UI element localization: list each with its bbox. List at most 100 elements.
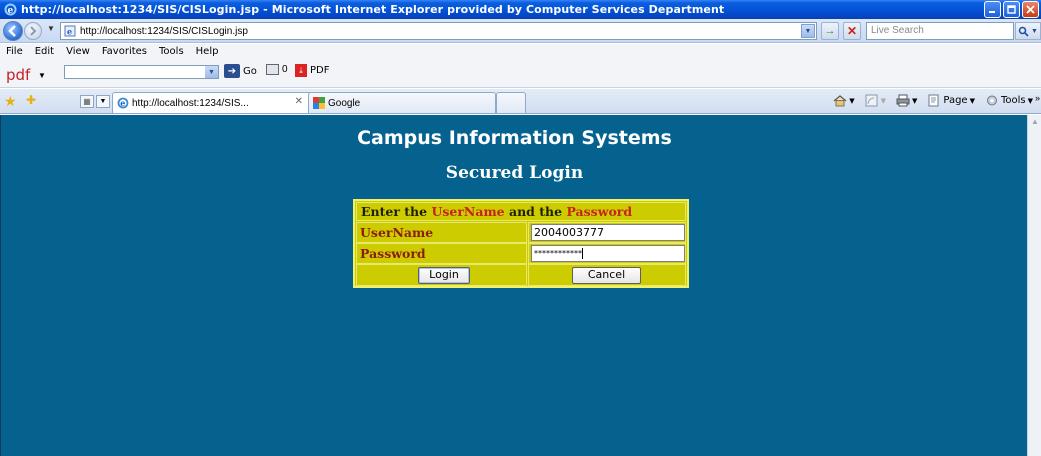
svg-text:e: e	[67, 27, 72, 37]
minimize-button[interactable]	[984, 1, 1001, 18]
tab-list-dropdown[interactable]: ▼	[96, 95, 110, 108]
add-favorite-icon[interactable]: ✚	[26, 93, 36, 107]
password-field[interactable]: ************	[531, 245, 685, 262]
username-cell: 2004003777	[528, 222, 686, 243]
password-cell: ************	[528, 243, 686, 264]
gear-icon	[986, 95, 997, 106]
chevron-down-icon: ▼	[911, 96, 918, 105]
new-tab-button[interactable]	[496, 92, 526, 113]
command-bar: ▼ ▼ ▼ Page ▼ Tools ▼	[833, 94, 1033, 107]
print-icon	[896, 94, 910, 107]
pdf-logo-dropdown[interactable]: ▼	[38, 71, 46, 80]
pdf-count-label: 0	[282, 64, 288, 75]
chevron-down-icon[interactable]: ▼	[205, 66, 218, 78]
tab-cislogin[interactable]: e http://localhost:1234/SIS... ✕	[112, 92, 312, 113]
username-field[interactable]: 2004003777	[531, 224, 685, 241]
scroll-up-icon[interactable]: ▲	[1029, 117, 1041, 129]
login-cell: Login	[356, 264, 527, 286]
instruction-password: Password	[566, 204, 633, 219]
page-icon	[928, 94, 939, 107]
password-label: Password	[356, 243, 527, 264]
menu-file[interactable]: File	[6, 46, 23, 57]
pdf-go-label: Go	[243, 65, 257, 77]
maximize-icon	[1007, 5, 1016, 14]
window-title-bar: e http://localhost:1234/SIS/CISLogin.jsp…	[0, 0, 1041, 19]
ie-icon: e	[117, 97, 129, 109]
text-caret	[582, 248, 583, 259]
form-instruction: Enter the UserName and the Password	[356, 202, 686, 221]
stop-button[interactable]: ✕	[843, 22, 861, 40]
page-content: Campus Information Systems Secured Login…	[0, 115, 1027, 456]
chevron-down-icon: ▼	[969, 96, 975, 105]
maximize-button[interactable]	[1003, 1, 1020, 18]
svg-text:e: e	[120, 98, 125, 108]
close-tab-icon[interactable]: ✕	[295, 96, 303, 107]
chevron-down-icon: ▼	[849, 96, 855, 105]
tools-menu-button[interactable]: Tools ▼	[985, 94, 1033, 107]
back-button[interactable]	[3, 21, 23, 41]
close-icon	[1026, 5, 1035, 14]
chevron-down-icon: ▼	[880, 96, 886, 105]
feeds-icon	[865, 94, 878, 107]
address-dropdown[interactable]: ▼	[801, 24, 815, 38]
pdf-count-button[interactable]: 0	[266, 64, 288, 75]
minimize-icon	[989, 11, 995, 13]
pdf-toolbar: pdf ▼ ▼ ➔ Go 0 ⤓ PDF	[0, 58, 1041, 88]
search-button[interactable]: ▼	[1015, 22, 1041, 40]
tab-label: Google	[328, 97, 361, 109]
go-button[interactable]: →	[821, 22, 839, 40]
pdf-icon: ⤓	[295, 64, 307, 77]
address-bar[interactable]: e http://localhost:1234/SIS/CISLogin.jsp…	[60, 22, 817, 40]
quick-tabs-icon[interactable]: ▦	[80, 95, 94, 108]
cancel-button[interactable]: Cancel	[572, 267, 641, 284]
forward-button[interactable]	[24, 22, 42, 40]
monitor-icon	[266, 64, 279, 75]
menu-edit[interactable]: Edit	[35, 46, 54, 57]
forward-icon	[30, 26, 37, 36]
home-button[interactable]: ▼	[833, 94, 855, 107]
tab-bar: ★ ✚ ▦ ▼ e http://localhost:1234/SIS... ✕…	[0, 89, 1041, 114]
google-icon	[313, 97, 325, 109]
go-icon: →	[824, 25, 836, 37]
pdf-convert-button[interactable]: ⤓ PDF	[295, 64, 329, 77]
window-controls	[984, 1, 1039, 18]
pdf-logo[interactable]: pdf	[6, 66, 30, 84]
menu-view[interactable]: View	[66, 46, 90, 57]
menu-tools[interactable]: Tools	[159, 46, 184, 57]
password-value: ************	[534, 249, 582, 258]
pdf-url-combo[interactable]: ▼	[64, 65, 219, 79]
login-form: Enter the UserName and the Password User…	[353, 199, 689, 288]
print-button[interactable]: ▼	[896, 94, 917, 107]
window-title: http://localhost:1234/SIS/CISLogin.jsp -…	[21, 3, 725, 16]
back-icon	[8, 25, 16, 37]
page-menu-label: Page	[943, 95, 968, 106]
chevron-down-icon: ▼	[1027, 96, 1033, 105]
page-title: Campus Information Systems	[357, 127, 672, 149]
menu-favorites[interactable]: Favorites	[102, 46, 147, 57]
star-icon[interactable]: ★	[4, 93, 17, 110]
page-icon: e	[64, 25, 76, 37]
page-subtitle: Secured Login	[445, 163, 584, 183]
login-button[interactable]: Login	[418, 267, 470, 284]
feeds-button[interactable]: ▼	[865, 94, 886, 107]
username-label: UserName	[356, 222, 527, 243]
cancel-cell: Cancel	[528, 264, 686, 286]
address-toolbar: ▼ e http://localhost:1234/SIS/CISLogin.j…	[0, 19, 1041, 43]
menu-bar: File Edit View Favorites Tools Help	[0, 44, 1041, 58]
tools-menu-label: Tools	[1000, 95, 1026, 106]
close-button[interactable]	[1022, 1, 1039, 18]
search-icon	[1018, 26, 1029, 37]
tab-google[interactable]: Google	[308, 92, 496, 113]
menu-help[interactable]: Help	[196, 46, 219, 57]
search-input[interactable]: Live Search	[866, 22, 1014, 40]
stop-icon: ✕	[846, 24, 858, 38]
search-dropdown-icon: ▼	[1031, 27, 1038, 35]
svg-text:e: e	[8, 6, 14, 16]
tab-label: http://localhost:1234/SIS...	[132, 97, 249, 109]
chevron-right-icon[interactable]: »	[1035, 93, 1040, 103]
vertical-scrollbar[interactable]: ▲	[1027, 115, 1041, 456]
history-dropdown[interactable]: ▼	[47, 24, 55, 33]
page-menu-button[interactable]: Page ▼	[927, 94, 975, 107]
pdf-go-button[interactable]: ➔ Go	[224, 64, 257, 78]
ie-icon: e	[4, 3, 17, 16]
